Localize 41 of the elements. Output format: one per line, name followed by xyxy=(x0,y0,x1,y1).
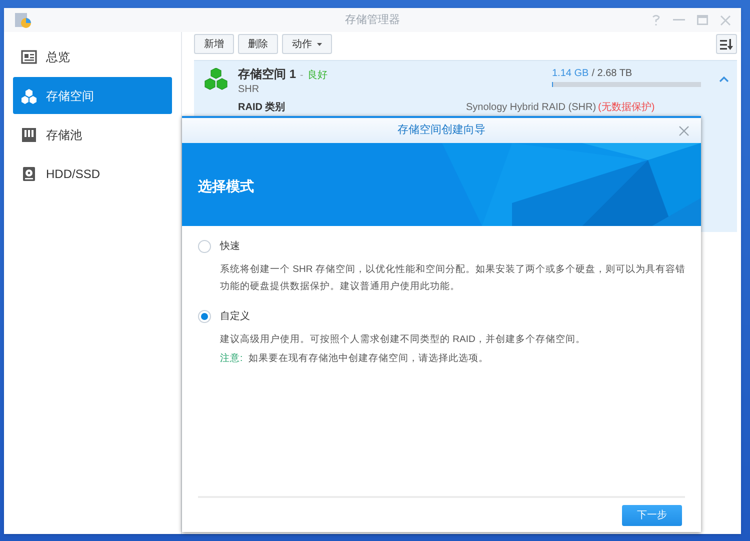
raid-warning: (无数据保护) xyxy=(598,100,655,115)
sidebar-item[interactable]: HDD/SSD xyxy=(13,155,172,192)
close-icon[interactable] xyxy=(679,126,689,136)
sort-button[interactable] xyxy=(716,34,737,54)
option-description: 建议高级用户使用。可按照个人需求创建不同类型的 RAID，并创建多个存储空间。 xyxy=(220,333,586,347)
help-icon[interactable] xyxy=(651,14,661,26)
volume-status: 良好 xyxy=(307,68,328,83)
sidebar-item[interactable]: 存储空间 xyxy=(13,77,172,114)
sort-icon xyxy=(720,38,733,50)
used-space: 1.14 GB xyxy=(552,67,589,81)
raid-type: Synology Hybrid RAID (SHR) xyxy=(466,101,596,115)
volume-type: SHR xyxy=(238,83,260,97)
option-label[interactable]: 快速 xyxy=(220,239,240,254)
storage-pool-icon xyxy=(21,126,37,142)
chevron-up-icon[interactable] xyxy=(719,76,729,82)
cubes-icon xyxy=(204,68,228,90)
sidebar-item[interactable]: 存储池 xyxy=(13,116,172,153)
total-space: / 2.68 TB xyxy=(592,67,632,81)
cubes-icon xyxy=(21,88,37,104)
overview-icon xyxy=(21,48,37,64)
window-title: 存储管理器 xyxy=(345,12,400,28)
wizard-heading: 选择模式 xyxy=(198,177,254,196)
radio-button[interactable] xyxy=(198,310,211,323)
caret-icon xyxy=(317,42,322,46)
toolbar-button[interactable]: 新增 xyxy=(194,34,234,54)
maximize-icon[interactable] xyxy=(697,15,708,25)
note-text: 如果要在现有存储池中创建存储空间，请选择此选项。 xyxy=(248,352,489,366)
sidebar-item[interactable]: 总览 xyxy=(13,38,172,75)
action-dropdown[interactable]: 动作 xyxy=(282,34,332,54)
radio-button[interactable] xyxy=(198,240,211,253)
close-icon[interactable] xyxy=(720,14,731,26)
option-description: 系统将创建一个 SHR 存储空间，以优化性能和空间分配。如果安装了两个或多个硬盘，则可以为具有容错功能的硬盘提供数据保护。建议普通用户使用此功能。 xyxy=(220,263,686,294)
separator: - xyxy=(300,69,304,83)
dialog-title: 存储空间创建向导 xyxy=(398,122,486,138)
raid-label: RAID 类别 xyxy=(238,100,286,115)
app-icon xyxy=(14,11,32,29)
toolbar-button[interactable]: 删除 xyxy=(238,34,278,54)
volume-name: 存储空间 1 xyxy=(238,66,296,83)
note-label: 注意: xyxy=(220,352,243,366)
option-label[interactable]: 自定义 xyxy=(220,309,250,324)
minimize-icon[interactable] xyxy=(673,19,685,21)
